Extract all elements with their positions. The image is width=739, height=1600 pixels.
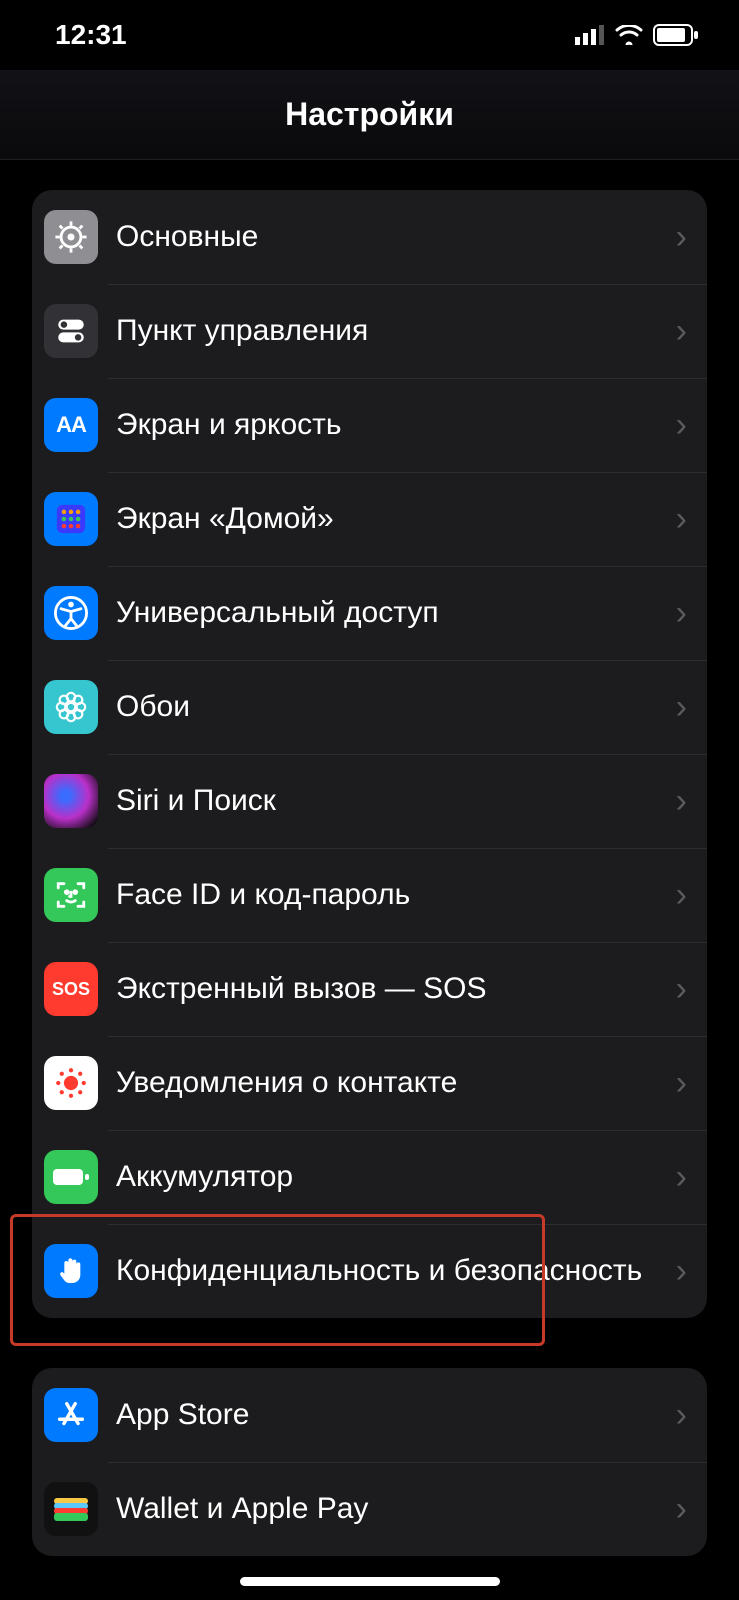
row-label: Siri и Поиск xyxy=(116,782,668,820)
status-indicators xyxy=(575,24,699,46)
row-label: Универсальный доступ xyxy=(116,594,668,632)
row-label: Аккумулятор xyxy=(116,1158,668,1196)
battery-icon xyxy=(653,24,699,46)
toggles-icon xyxy=(44,304,98,358)
chevron-right-icon: › xyxy=(676,1490,687,1529)
settings-group: App Store›Wallet и Apple Pay› xyxy=(32,1368,707,1556)
text-size-icon: AA xyxy=(44,398,98,452)
row-label: Пункт управления xyxy=(116,312,668,350)
row-label: Экран и яркость xyxy=(116,406,668,444)
chevron-right-icon: › xyxy=(676,876,687,915)
row-label: Основные xyxy=(116,218,668,256)
page-title: Настройки xyxy=(285,96,454,133)
home-grid-icon xyxy=(44,492,98,546)
row-label: Обои xyxy=(116,688,668,726)
accessibility-icon xyxy=(44,586,98,640)
settings-row-appstore[interactable]: App Store› xyxy=(32,1368,707,1462)
settings-row-privacy[interactable]: Конфиденциальность и безопасность› xyxy=(32,1224,707,1318)
settings-row-wallpaper[interactable]: Обои› xyxy=(32,660,707,754)
chevron-right-icon: › xyxy=(676,218,687,257)
battery-icon xyxy=(44,1150,98,1204)
settings-row-home-screen[interactable]: Экран «Домой»› xyxy=(32,472,707,566)
chevron-right-icon: › xyxy=(676,312,687,351)
row-label: Уведомления о контакте xyxy=(116,1064,668,1102)
chevron-right-icon: › xyxy=(676,500,687,539)
chevron-right-icon: › xyxy=(676,406,687,445)
wallet-icon xyxy=(44,1482,98,1536)
settings-row-display[interactable]: AA Экран и яркость› xyxy=(32,378,707,472)
chevron-right-icon: › xyxy=(676,1252,687,1291)
flower-icon xyxy=(44,680,98,734)
wifi-icon xyxy=(615,25,643,45)
chevron-right-icon: › xyxy=(676,594,687,633)
settings-row-siri[interactable]: Siri и Поиск› xyxy=(32,754,707,848)
status-time: 12:31 xyxy=(55,19,127,51)
row-label: Конфиденциальность и безопасность xyxy=(116,1252,668,1290)
settings-row-control-center[interactable]: Пункт управления› xyxy=(32,284,707,378)
chevron-right-icon: › xyxy=(676,1396,687,1435)
sos-icon: SOS xyxy=(44,962,98,1016)
settings-row-exposure[interactable]: Уведомления о контакте› xyxy=(32,1036,707,1130)
chevron-right-icon: › xyxy=(676,782,687,821)
settings-row-battery[interactable]: Аккумулятор› xyxy=(32,1130,707,1224)
faceid-icon xyxy=(44,868,98,922)
row-label: App Store xyxy=(116,1396,668,1434)
row-label: Экран «Домой» xyxy=(116,500,668,538)
siri-icon xyxy=(44,774,98,828)
chevron-right-icon: › xyxy=(676,688,687,727)
status-bar: 12:31 xyxy=(0,0,739,70)
hand-icon xyxy=(44,1244,98,1298)
cellular-icon xyxy=(575,25,605,45)
gear-icon xyxy=(44,210,98,264)
chevron-right-icon: › xyxy=(676,970,687,1009)
row-label: Экстренный вызов — SOS xyxy=(116,970,668,1008)
chevron-right-icon: › xyxy=(676,1064,687,1103)
settings-row-general[interactable]: Основные› xyxy=(32,190,707,284)
settings-row-sos[interactable]: SOS Экстренный вызов — SOS› xyxy=(32,942,707,1036)
settings-list[interactable]: Основные›Пункт управления›AAЭкран и ярко… xyxy=(0,160,739,1600)
settings-row-wallet[interactable]: Wallet и Apple Pay› xyxy=(32,1462,707,1556)
appstore-icon xyxy=(44,1388,98,1442)
settings-group: Основные›Пункт управления›AAЭкран и ярко… xyxy=(32,190,707,1318)
row-label: Face ID и код-пароль xyxy=(116,876,668,914)
settings-row-faceid[interactable]: Face ID и код-пароль› xyxy=(32,848,707,942)
row-label: Wallet и Apple Pay xyxy=(116,1490,668,1528)
nav-header: Настройки xyxy=(0,70,739,160)
exposure-icon xyxy=(44,1056,98,1110)
chevron-right-icon: › xyxy=(676,1158,687,1197)
settings-row-accessibility[interactable]: Универсальный доступ› xyxy=(32,566,707,660)
home-indicator[interactable] xyxy=(240,1577,500,1586)
